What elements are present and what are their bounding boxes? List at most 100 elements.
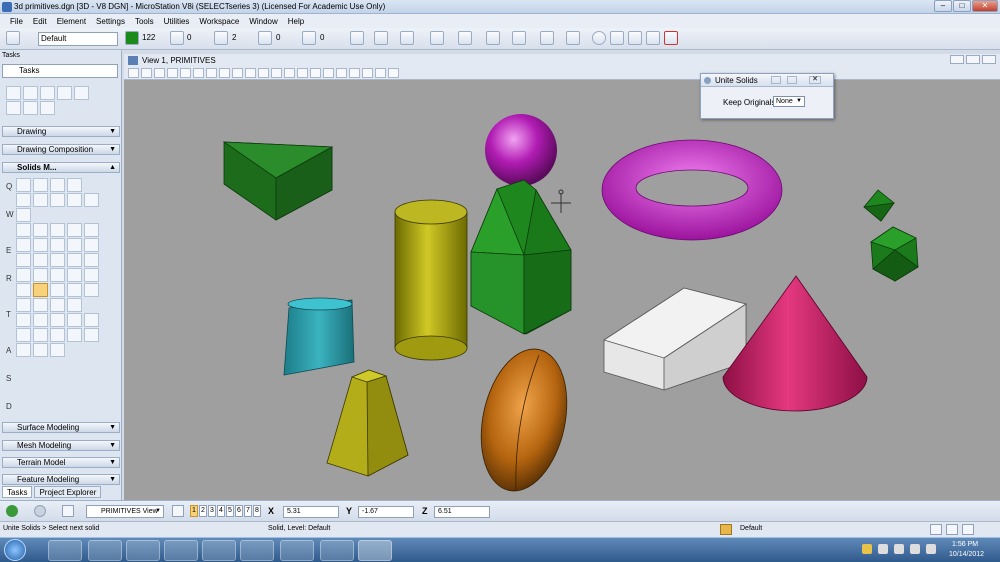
view-groups-icon[interactable] — [172, 505, 184, 517]
tasks-dropdown[interactable]: Tasks — [2, 64, 118, 78]
info-icon[interactable] — [592, 31, 606, 45]
solid-tool-icon[interactable] — [16, 268, 31, 282]
solid-tool-icon[interactable] — [16, 283, 31, 297]
level-select[interactable]: Default — [38, 32, 118, 46]
lock-icon[interactable] — [720, 524, 732, 535]
solid-tool-icon[interactable] — [33, 178, 48, 192]
view-close-button[interactable] — [982, 55, 996, 64]
delete-icon[interactable] — [23, 101, 38, 115]
toolbar-tool-5-icon[interactable] — [458, 31, 472, 45]
solid-tool-icon[interactable] — [84, 313, 99, 327]
view-tool-icon[interactable] — [154, 68, 165, 78]
solid-tool-icon[interactable] — [67, 223, 82, 237]
view-tool-icon[interactable] — [297, 68, 308, 78]
view-tool-icon[interactable] — [193, 68, 204, 78]
solid-tool-icon[interactable] — [84, 283, 99, 297]
view-1-viewport[interactable] — [124, 80, 1000, 500]
dialog-maximize-button[interactable] — [787, 76, 797, 84]
drawing-composition-header[interactable]: Drawing Composition ▼ — [2, 144, 120, 155]
solid-tool-icon[interactable] — [67, 178, 82, 192]
view-tool-icon[interactable] — [128, 68, 139, 78]
solid-tool-icon[interactable] — [33, 253, 48, 267]
solid-tool-icon[interactable] — [50, 283, 65, 297]
solid-tool-icon[interactable] — [16, 298, 31, 312]
menu-element[interactable]: Element — [57, 17, 86, 26]
menu-file[interactable]: File — [10, 17, 23, 26]
toolbar-tool-9-icon[interactable] — [566, 31, 580, 45]
solid-tool-icon[interactable] — [33, 298, 48, 312]
view-tool-icon[interactable] — [271, 68, 282, 78]
solid-tool-icon[interactable] — [33, 193, 48, 207]
view-tool-icon[interactable] — [167, 68, 178, 78]
x-coordinate-field[interactable]: 5.31 — [283, 506, 339, 518]
solid-tool-icon[interactable] — [16, 208, 31, 222]
wedge-solid[interactable] — [222, 141, 334, 221]
view-tool-icon[interactable] — [245, 68, 256, 78]
solid-tool-icon[interactable] — [33, 328, 48, 342]
color-swatch-icon[interactable] — [125, 31, 139, 45]
solid-tool-icon[interactable] — [16, 238, 31, 252]
view-4-button[interactable]: 4 — [217, 505, 225, 517]
view-8-button[interactable]: 8 — [253, 505, 261, 517]
clock-time[interactable]: 1:56 PM — [952, 541, 978, 548]
solid-tool-icon[interactable] — [50, 253, 65, 267]
dialog-title-bar[interactable]: Unite Solids ✕ — [701, 74, 833, 87]
yellow-prism-frustum-solid[interactable] — [326, 369, 409, 477]
solid-tool-icon[interactable] — [16, 328, 31, 342]
teal-frustum-solid[interactable] — [283, 297, 355, 376]
measure-icon[interactable] — [6, 101, 21, 115]
menu-help[interactable]: Help — [288, 17, 304, 26]
explorer-taskbar-icon[interactable] — [88, 540, 122, 561]
status-tool-icon[interactable] — [962, 524, 974, 535]
view-3-button[interactable]: 3 — [208, 505, 216, 517]
line-weight-value[interactable]: 2 — [230, 32, 252, 46]
home-icon[interactable] — [930, 524, 942, 535]
view-tool-icon[interactable] — [349, 68, 360, 78]
view-tool-icon[interactable] — [62, 505, 74, 517]
keep-originals-select[interactable]: None ▼ — [773, 96, 805, 107]
no-entry-icon[interactable] — [664, 31, 678, 45]
priority-value[interactable]: 0 — [318, 32, 340, 46]
level-manager-icon[interactable] — [6, 31, 20, 45]
solid-tool-icon[interactable] — [67, 193, 82, 207]
toolbar-tool-4-icon[interactable] — [430, 31, 444, 45]
solid-tool-icon[interactable] — [16, 193, 31, 207]
terrain-model-header[interactable]: Terrain Model ▼ — [2, 457, 120, 468]
back-button-icon[interactable] — [34, 505, 46, 517]
view-tool-icon[interactable] — [310, 68, 321, 78]
go-button-icon[interactable] — [6, 505, 18, 517]
solid-tool-icon[interactable] — [67, 313, 82, 327]
solid-tool-icon[interactable] — [84, 253, 99, 267]
menu-edit[interactable]: Edit — [33, 17, 47, 26]
solid-tool-icon[interactable] — [50, 328, 65, 342]
feature-modeling-header[interactable]: Feature Modeling ▼ — [2, 474, 120, 485]
app-taskbar-icon[interactable] — [280, 540, 314, 561]
status-tool-icon[interactable] — [946, 524, 958, 535]
solid-tool-icon[interactable] — [33, 238, 48, 252]
view-7-button[interactable]: 7 — [244, 505, 252, 517]
line-weight-icon[interactable] — [214, 31, 228, 45]
view-minimize-button[interactable] — [950, 55, 964, 64]
small-octahedron-solid[interactable] — [863, 189, 895, 222]
solid-tool-icon[interactable] — [50, 178, 65, 192]
solid-tool-icon[interactable] — [67, 328, 82, 342]
solid-tool-icon[interactable] — [50, 268, 65, 282]
toolbar-tool-1-icon[interactable] — [350, 31, 364, 45]
view-2-button[interactable]: 2 — [199, 505, 207, 517]
priority-icon[interactable] — [302, 31, 316, 45]
menu-tools[interactable]: Tools — [135, 17, 154, 26]
dialog-close-button[interactable]: ✕ — [809, 76, 821, 84]
cylinder-solid[interactable] — [394, 199, 468, 361]
solid-tool-icon[interactable] — [67, 298, 82, 312]
dialog-minimize-button[interactable] — [771, 76, 781, 84]
chrome-taskbar-icon[interactable] — [164, 540, 198, 561]
solid-tool-icon[interactable] — [16, 178, 31, 192]
view-tool-icon[interactable] — [375, 68, 386, 78]
manipulate-icon[interactable] — [40, 86, 55, 100]
tray-icon[interactable] — [894, 544, 904, 554]
solids-modeling-header[interactable]: Solids M... ▲ — [2, 162, 120, 173]
view-tool-icon[interactable] — [362, 68, 373, 78]
network-icon[interactable] — [910, 544, 920, 554]
menu-workspace[interactable]: Workspace — [199, 17, 239, 26]
solid-tool-icon[interactable] — [16, 313, 31, 327]
